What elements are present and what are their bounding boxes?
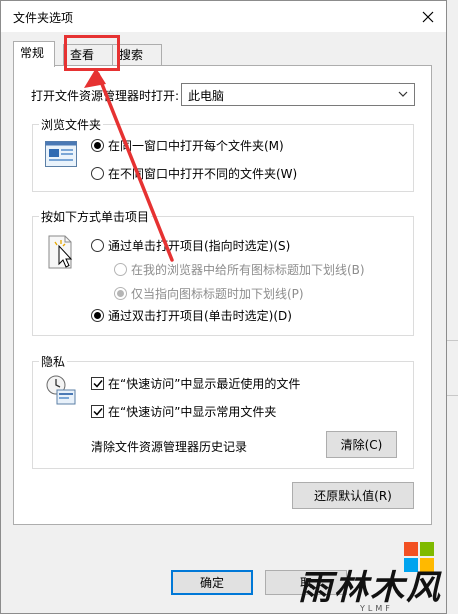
tab-general[interactable]: 常规 [13, 41, 55, 67]
browse-folders-title: 浏览文件夹 [39, 116, 104, 133]
checkbox [91, 405, 104, 418]
radio-button [114, 287, 127, 300]
folder-window-icon [45, 141, 77, 170]
radio-button [114, 263, 127, 276]
clear-history-label: 清除文件资源管理器历史记录 [91, 440, 248, 454]
radio-double-click[interactable]: 通过双击打开项目(单击时选定)(D) [91, 307, 292, 324]
checkbox-frequent-folders[interactable]: 在“快速访问”中显示常用文件夹 [91, 403, 276, 420]
tab-search[interactable]: 搜索 [112, 44, 162, 66]
clear-history-button[interactable]: 清除(C) [326, 431, 397, 458]
privacy-title: 隐私 [39, 353, 68, 370]
click-items-title: 按如下方式单击项目 [39, 208, 152, 225]
radio-button [91, 239, 104, 252]
tab-view[interactable]: 查看 [63, 44, 113, 66]
close-button[interactable] [410, 1, 446, 32]
chevron-down-icon [398, 91, 408, 97]
radio-single-click[interactable]: 通过单击打开项目(指向时选定)(S) [91, 237, 290, 254]
open-explorer-value: 此电脑 [188, 89, 225, 103]
ok-button[interactable]: 确定 [171, 570, 253, 595]
radio-button [91, 139, 104, 152]
checkbox [91, 377, 104, 390]
radio-different-window[interactable]: 在不同窗口中打开不同的文件夹(W) [91, 165, 297, 182]
pointer-click-icon [45, 234, 77, 273]
title-bar: 文件夹选项 [1, 1, 446, 32]
recent-files-icon [45, 374, 77, 409]
watermark-subtext: YLMF [360, 604, 393, 613]
folder-options-dialog: 文件夹选项 常规 查看 搜索 打开文件资源管理器时打开: 此电脑 浏览文件夹 在… [0, 0, 447, 614]
checkbox-recent-files[interactable]: 在“快速访问”中显示最近使用的文件 [91, 375, 300, 392]
restore-defaults-button[interactable]: 还原默认值(R) [292, 482, 414, 509]
radio-button [91, 309, 104, 322]
check-icon [92, 408, 103, 416]
open-explorer-label: 打开文件资源管理器时打开: [31, 89, 180, 103]
radio-same-window[interactable]: 在同一窗口中打开每个文件夹(M) [91, 137, 284, 154]
radio-underline-point: 仅当指向图标标题时加下划线(P) [114, 285, 304, 302]
radio-underline-all: 在我的浏览器中给所有图标标题加下划线(B) [114, 261, 365, 278]
close-icon [422, 11, 434, 22]
check-icon [92, 380, 103, 388]
open-explorer-dropdown[interactable]: 此电脑 [181, 83, 415, 106]
window-title: 文件夹选项 [13, 11, 74, 25]
radio-button [91, 167, 104, 180]
desktop-background [446, 0, 458, 614]
